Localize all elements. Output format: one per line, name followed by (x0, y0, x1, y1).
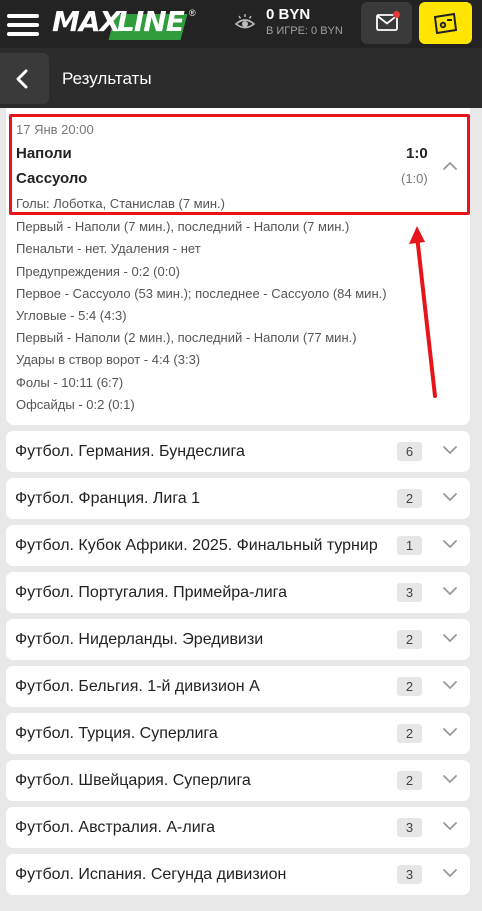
match-detail: Пенальти - нет. Удаления - нет (16, 241, 201, 256)
chevron-down-icon (443, 446, 457, 455)
chevron-down-icon (443, 587, 457, 596)
balance-amount[interactable]: 0 BYN (266, 6, 310, 23)
league-name: Футбол. Австралия. А-лига (15, 819, 216, 836)
league-name: Футбол. Германия. Бундеслига (15, 443, 245, 460)
league-name: Футбол. Швейцария. Суперлига (15, 772, 251, 789)
match-detail: Фолы - 10:11 (6:7) (16, 375, 124, 390)
messages-button[interactable] (361, 2, 412, 44)
chevron-down-icon (443, 869, 457, 878)
balance-in-game: В ИГРЕ: 0 BYN (266, 25, 343, 37)
league-row[interactable]: Футбол. Франция. Лига 1 2 (6, 478, 470, 519)
league-row[interactable]: Футбол. Португалия. Примейра-лига 3 (6, 572, 470, 613)
games-button[interactable] (419, 2, 472, 44)
match-detail: Предупреждения - 0:2 (0:0) (16, 264, 180, 279)
notification-dot (393, 11, 400, 18)
top-bar: MAX LINE ® 0 BYN В ИГРЕ: 0 BYN (0, 0, 482, 48)
menu-icon[interactable] (7, 14, 39, 36)
league-row[interactable]: Футбол. Испания. Сегунда дивизион 3 (6, 854, 470, 895)
league-name: Футбол. Нидерланды. Эредивизи (15, 631, 264, 648)
match-detail: Офсайды - 0:2 (0:1) (16, 397, 135, 412)
page-header: Результаты (0, 48, 482, 108)
chevron-down-icon (443, 634, 457, 643)
league-name: Футбол. Кубок Африки. 2025. Финальный ту… (15, 537, 378, 554)
chevron-down-icon (443, 493, 457, 502)
league-count: 6 (397, 442, 422, 461)
chevron-down-icon (443, 540, 457, 549)
league-row[interactable]: Футбол. Австралия. А-лига 3 (6, 807, 470, 848)
match-team-away: Сассуоло (16, 170, 88, 187)
back-button[interactable] (0, 53, 49, 104)
hide-balance-icon[interactable] (234, 12, 256, 34)
match-detail: Удары в створ ворот - 4:4 (3:3) (16, 352, 201, 367)
league-row[interactable]: Футбол. Бельгия. 1-й дивизион А 2 (6, 666, 470, 707)
match-goals: Голы: Лоботка, Станислав (7 мин.) (16, 196, 225, 211)
chevron-down-icon (443, 775, 457, 784)
match-detail: Первый - Наполи (7 мин.), последний - На… (16, 219, 350, 234)
league-name: Футбол. Турция. Суперлига (15, 725, 218, 742)
league-count: 1 (397, 536, 422, 555)
chevron-down-icon (443, 728, 457, 737)
league-row[interactable]: Футбол. Нидерланды. Эредивизи 2 (6, 619, 470, 660)
match-detail: Угловые - 5:4 (4:3) (16, 308, 127, 323)
match-detail: Первое - Сассуоло (53 мин.); последнее -… (16, 286, 387, 301)
league-name: Футбол. Португалия. Примейра-лига (15, 584, 288, 601)
chevron-down-icon (443, 822, 457, 831)
game-icon (433, 12, 458, 34)
page-title: Результаты (62, 69, 152, 88)
league-row[interactable]: Футбол. Турция. Суперлига 2 (6, 713, 470, 754)
match-score: 1:0 (406, 145, 428, 162)
chevron-down-icon (443, 681, 457, 690)
league-row[interactable]: Футбол. Швейцария. Суперлига 2 (6, 760, 470, 801)
match-half-score: (1:0) (401, 171, 428, 186)
league-name: Футбол. Бельгия. 1-й дивизион А (15, 678, 260, 695)
league-name: Футбол. Франция. Лига 1 (15, 490, 201, 507)
league-row[interactable]: Футбол. Германия. Бундеслига 6 (6, 431, 470, 472)
league-count: 3 (397, 583, 422, 602)
logo-text-line: LINE (117, 5, 185, 38)
chevron-left-icon (16, 69, 28, 89)
league-count: 3 (397, 865, 422, 884)
match-team-home: Наполи (16, 145, 72, 162)
league-count: 2 (397, 630, 422, 649)
league-count: 3 (397, 818, 422, 837)
league-name: Футбол. Испания. Сегунда дивизион (15, 866, 287, 883)
league-row[interactable]: Футбол. Кубок Африки. 2025. Финальный ту… (6, 525, 470, 566)
annotation-arrow-icon (409, 226, 437, 398)
logo[interactable]: MAX LINE ® (52, 4, 202, 42)
league-count: 2 (397, 771, 422, 790)
league-count: 2 (397, 489, 422, 508)
chevron-up-icon[interactable] (442, 158, 458, 176)
league-count: 2 (397, 677, 422, 696)
logo-text-max: MAX (52, 5, 121, 38)
match-date: 17 Янв 20:00 (16, 122, 94, 137)
logo-reg: ® (189, 8, 196, 18)
league-count: 2 (397, 724, 422, 743)
match-detail: Первый - Наполи (2 мин.), последний - На… (16, 330, 357, 345)
